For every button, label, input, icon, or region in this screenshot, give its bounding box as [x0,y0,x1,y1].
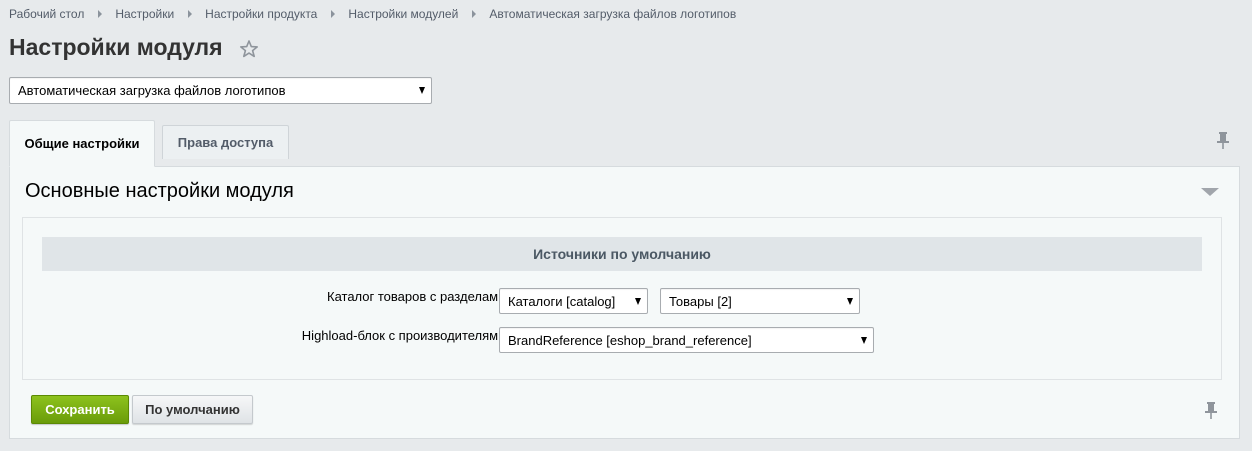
module-select[interactable]: Автоматическая загрузка файлов логотипов [9,77,432,104]
module-select-value: Автоматическая загрузка файлов логотипов [18,83,286,98]
settings-panel: Основные настройки модуля Источники по у… [9,166,1240,439]
pin-icon[interactable] [1204,401,1218,419]
tab-access-rights-label: Права доступа [177,135,274,150]
catalog-iblock-select-value: Товары [2] [669,294,732,309]
section-subheading-text: Источники по умолчанию [533,246,711,262]
tab-general-settings-label: Общие настройки [24,136,140,151]
breadcrumb-item-product-settings[interactable]: Настройки продукта [205,7,317,21]
tab-access-rights[interactable]: Права доступа [162,125,289,159]
breadcrumb-separator-icon [98,10,103,18]
section-subheading: Источники по умолчанию [42,237,1202,271]
page-title: Настройки модуля [9,34,259,61]
breadcrumb-separator-icon [188,10,193,18]
breadcrumb: Рабочий стол Настройки Настройки продукт… [9,7,736,21]
breadcrumb-separator-icon [331,10,336,18]
chevron-down-icon [861,337,867,344]
breadcrumb-item-module-settings[interactable]: Настройки модулей [348,7,458,21]
breadcrumb-separator-icon [472,10,477,18]
catalog-type-select-value: Каталоги [catalog] [508,294,616,309]
chevron-down-icon[interactable] [1201,188,1219,196]
catalog-type-select[interactable]: Каталоги [catalog] [499,288,648,314]
pin-icon[interactable] [1216,131,1230,149]
default-button[interactable]: По умолчанию [132,395,253,424]
catalog-field-label: Каталог товаров с разделами: [327,289,509,304]
settings-form: Источники по умолчанию Каталог товаров с… [22,217,1222,380]
highload-field-label: Highload-блок с производителями: [301,328,509,343]
breadcrumb-item-settings[interactable]: Настройки [115,7,174,21]
section-title: Основные настройки модуля [25,180,294,202]
catalog-iblock-select[interactable]: Товары [2] [660,288,860,314]
save-button[interactable]: Сохранить [31,395,129,424]
breadcrumb-item-current[interactable]: Автоматическая загрузка файлов логотипов [489,7,736,21]
star-icon[interactable] [239,38,259,58]
highload-select-value: BrandReference [eshop_brand_reference] [508,333,752,348]
chevron-down-icon [847,298,853,305]
chevron-down-icon [419,87,425,94]
breadcrumb-item-desktop[interactable]: Рабочий стол [9,7,84,21]
page-title-text: Настройки модуля [9,34,223,60]
chevron-down-icon [635,298,641,305]
highload-select[interactable]: BrandReference [eshop_brand_reference] [499,327,874,353]
tab-general-settings[interactable]: Общие настройки [9,120,155,167]
